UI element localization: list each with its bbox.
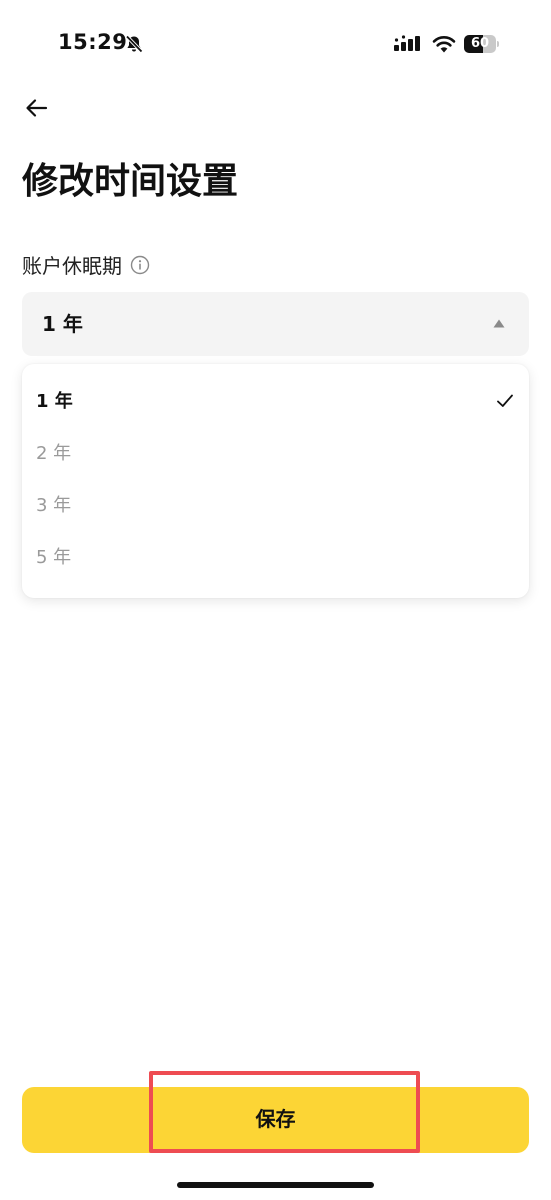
page-title: 修改时间设置: [22, 161, 239, 202]
wifi-icon: [432, 35, 456, 53]
dormancy-period-select[interactable]: 1 年: [22, 292, 529, 356]
field-label-row: 账户休眠期: [22, 250, 150, 279]
dropdown-menu: 1 年 2 年 3 年 5 年: [22, 364, 529, 598]
battery-level: 60: [470, 36, 490, 51]
status-bar: 15:29 60: [0, 0, 551, 90]
arrow-left-icon: [26, 99, 48, 117]
dropdown-option[interactable]: 5 年: [22, 532, 529, 584]
back-button[interactable]: [18, 90, 54, 126]
bell-slash-icon: [125, 35, 143, 53]
caret-up-icon: [493, 319, 505, 328]
dropdown-option[interactable]: 3 年: [22, 480, 529, 532]
option-label: 5 年: [36, 547, 72, 568]
info-circle-icon[interactable]: [130, 255, 150, 275]
dropdown-option[interactable]: 2 年: [22, 428, 529, 480]
battery-icon: 60: [464, 35, 500, 53]
field-label: 账户休眠期: [22, 254, 122, 278]
status-time: 15:29: [58, 30, 128, 54]
option-label: 3 年: [36, 495, 72, 516]
select-value: 1 年: [42, 312, 83, 336]
home-indicator: [177, 1182, 374, 1188]
option-label: 2 年: [36, 443, 72, 464]
save-button-label: 保存: [255, 1109, 296, 1131]
signal-icon: [394, 35, 420, 51]
option-label: 1 年: [36, 391, 73, 412]
check-icon: [497, 394, 513, 407]
save-button[interactable]: 保存: [22, 1087, 529, 1153]
dropdown-option[interactable]: 1 年: [22, 376, 529, 428]
